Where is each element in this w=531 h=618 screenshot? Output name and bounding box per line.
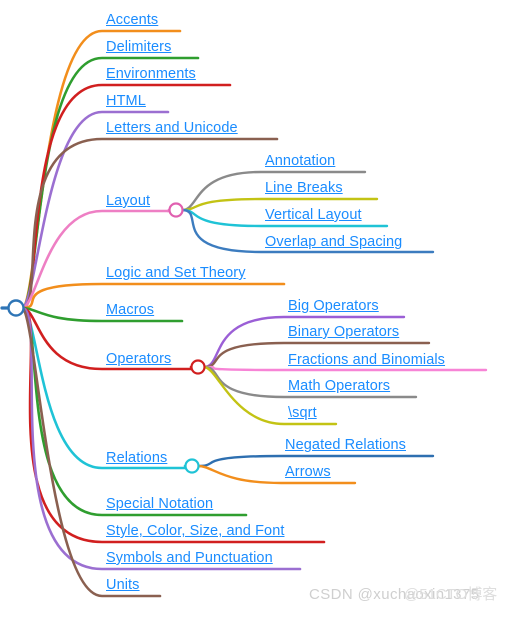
node-connector-operators[interactable] (190, 359, 206, 375)
root-node-connector[interactable] (7, 299, 25, 317)
watermark-overlay: @51CTO博客 (404, 586, 498, 603)
node-label-html[interactable]: HTML (106, 93, 146, 109)
branch-edge (20, 306, 248, 517)
node-label-vertical-layout[interactable]: Vertical Layout (265, 207, 362, 223)
node-label-delimiters[interactable]: Delimiters (106, 39, 171, 55)
node-label-logic-and-set-theory[interactable]: Logic and Set Theory (106, 265, 246, 281)
subbranch-edge (196, 464, 357, 485)
node-label-math-operators[interactable]: Math Operators (288, 378, 390, 394)
branch-edge (20, 306, 184, 323)
node-label-symbols-and-punctuation[interactable]: Symbols and Punctuation (106, 550, 273, 566)
node-label-big-operators[interactable]: Big Operators (288, 298, 379, 314)
node-label-arrows[interactable]: Arrows (285, 464, 331, 480)
node-label-environments[interactable]: Environments (106, 66, 196, 82)
node-label-negated-relations[interactable]: Negated Relations (285, 437, 406, 453)
node-label-layout[interactable]: Layout (106, 193, 150, 209)
node-label-line-breaks[interactable]: Line Breaks (265, 180, 343, 196)
node-label-letters-and-unicode[interactable]: Letters and Unicode (106, 120, 238, 136)
node-label-units[interactable]: Units (106, 577, 140, 593)
mindmap-canvas: Accents Delimiters Environments HTML Letters… (0, 0, 531, 618)
node-label-special-notation[interactable]: Special Notation (106, 496, 213, 512)
node-label-sqrt[interactable]: \sqrt (288, 405, 317, 421)
node-label-accents[interactable]: Accents (106, 12, 158, 28)
node-connector-layout[interactable] (168, 202, 184, 218)
node-label-annotation[interactable]: Annotation (265, 153, 335, 169)
node-label-fractions-and-binomials[interactable]: Fractions and Binomials (288, 352, 445, 368)
node-connector-relations[interactable] (184, 458, 200, 474)
node-label-overlap-and-spacing[interactable]: Overlap and Spacing (265, 234, 402, 250)
node-label-relations[interactable]: Relations (106, 450, 167, 466)
node-label-macros[interactable]: Macros (106, 302, 154, 318)
node-label-binary-operators[interactable]: Binary Operators (288, 324, 399, 340)
node-label-operators[interactable]: Operators (106, 351, 171, 367)
node-label-style-color-size-and-font[interactable]: Style, Color, Size, and Font (106, 523, 285, 539)
